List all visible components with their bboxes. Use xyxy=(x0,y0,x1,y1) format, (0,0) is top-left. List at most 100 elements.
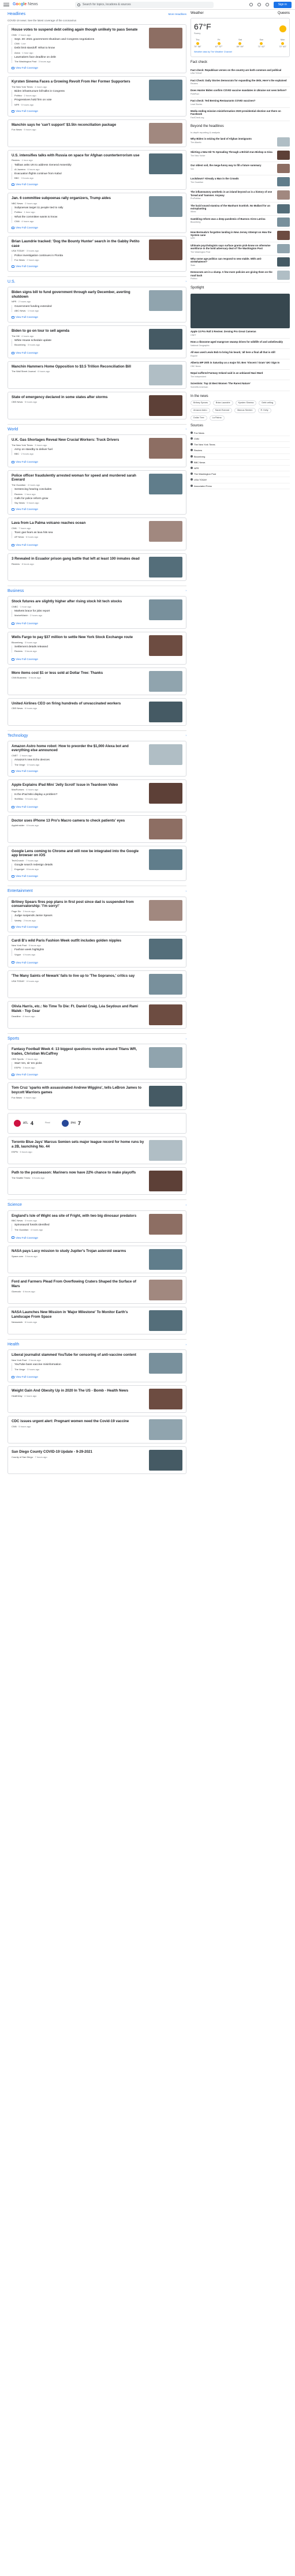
search-input[interactable]: Search for topics, locations & sources xyxy=(75,2,214,8)
story-card[interactable]: England's Isle of Wight sea site of Frig… xyxy=(8,1210,186,1243)
story-thumbnail[interactable] xyxy=(149,1047,182,1068)
apps-icon[interactable] xyxy=(265,3,269,7)
story-source[interactable]: Space.com xyxy=(12,1255,23,1258)
beyond-headlines-item[interactable]: Gambling reform was a deep pandemic of B… xyxy=(191,216,290,229)
story-source[interactable]: ESPN xyxy=(12,1150,18,1153)
story-headline[interactable]: Toronto Blue Jays' Marcus Semien sets ma… xyxy=(12,1140,145,1149)
item-headline[interactable]: The inflammatory aesthetic in an island … xyxy=(191,190,275,200)
more-link-icon[interactable]: › xyxy=(186,280,187,283)
story-thumbnail[interactable] xyxy=(149,974,182,995)
more-link-icon[interactable]: › xyxy=(186,1343,187,1347)
more-headlines-link[interactable]: More Headlines xyxy=(168,13,186,16)
related-story[interactable]: White House schedule update Bloomberg · 3… xyxy=(12,339,145,347)
story-thumbnail[interactable] xyxy=(149,364,182,385)
related-headline[interactable]: Army on standby to deliver fuel xyxy=(14,448,145,452)
item-headline[interactable]: Lockdown? Already a Man in the Crowds The… xyxy=(191,177,275,186)
weather-location[interactable]: Queens xyxy=(278,12,290,16)
story-thumbnail[interactable] xyxy=(149,899,182,921)
item-thumbnail[interactable] xyxy=(277,230,290,240)
story-thumbnail[interactable] xyxy=(149,1004,182,1026)
topic-chip[interactable]: Amazon Astro xyxy=(191,408,210,414)
story-thumbnail[interactable] xyxy=(149,1171,182,1192)
story-card[interactable]: Fantasy Football Week 4: 13 biggest ques… xyxy=(8,1044,186,1080)
full-coverage-link[interactable]: View Full Coverage xyxy=(12,460,182,464)
section-title[interactable]: World xyxy=(8,427,18,432)
related-headline[interactable]: Spinosaurid fossils identified xyxy=(14,1224,145,1227)
fact-check-item[interactable]: Media ending mission misinformation 2020… xyxy=(191,108,290,122)
beyond-headlines-item[interactable]: Skirting a New Hit To Spreading Through … xyxy=(191,149,290,163)
related-story[interactable]: Government funding extended ABC News · 1 … xyxy=(12,305,145,313)
full-coverage-link[interactable]: View Full Coverage xyxy=(12,351,182,355)
story-source[interactable]: CBS News xyxy=(12,400,23,403)
related-story[interactable]: Sept. 30: 2021 government shutdown and C… xyxy=(12,38,145,46)
source-item[interactable]: Bloomberg xyxy=(191,454,290,460)
story-headline[interactable]: Brian Laundrie tracked: 'Dog the Bounty … xyxy=(12,239,145,249)
beyond-headlines-item[interactable]: Why Biden is seizing the land of Afghan … xyxy=(191,136,290,149)
story-source[interactable]: CNN xyxy=(12,527,17,530)
story-card[interactable]: Jan. 6 committee subpoenas rally organiz… xyxy=(8,193,186,233)
story-headline[interactable]: Kyrsten Sinema Faces a Growing Revolt Fr… xyxy=(12,80,145,84)
story-headline[interactable]: NASA Launches New Mission in 'Major Mile… xyxy=(12,1310,145,1319)
story-thumbnail[interactable] xyxy=(149,122,182,144)
related-story[interactable]: Spinosaurid fossils identified The Guardi… xyxy=(12,1224,145,1231)
related-headline[interactable]: White House schedule update xyxy=(14,339,145,343)
story-headline[interactable]: England's Isle of Wight sea site of Frig… xyxy=(12,1214,145,1218)
story-source[interactable]: MacRumors xyxy=(12,788,24,791)
item-headline[interactable]: Skirting a New Hit To Spreading Through … xyxy=(191,151,275,160)
item-headline[interactable]: Our oldest soil, the mega-funny way to f… xyxy=(191,164,275,173)
topic-chip[interactable]: Kyrsten Sinema xyxy=(235,400,257,406)
story-headline[interactable]: More items cost $1 or less sold at Dolla… xyxy=(12,671,145,676)
full-coverage-link[interactable]: View Full Coverage xyxy=(12,183,182,186)
story-card[interactable]: Weight Gain And Obesity Up in 2020 In Th… xyxy=(8,1385,186,1413)
story-card[interactable]: Police officer fraudulently arrested wom… xyxy=(8,470,186,515)
story-thumbnail[interactable] xyxy=(149,1280,182,1301)
source-item[interactable]: The Washington Post xyxy=(191,471,290,478)
story-headline[interactable]: Olivia Harris, etc.: No Time To Die: Ft.… xyxy=(12,1004,145,1014)
story-headline[interactable]: Lava from La Palma volcano reaches ocean xyxy=(12,521,145,526)
story-card[interactable]: 'The Many Saints of Newark' fails to liv… xyxy=(8,970,186,999)
story-card[interactable]: U.S. intensifies talks with Russia on sp… xyxy=(8,149,186,190)
spotlight-title[interactable]: Spotlight xyxy=(191,286,290,291)
story-card[interactable]: Lava from La Palma volcano reaches ocean… xyxy=(8,518,186,550)
story-card[interactable]: NASA pays Lucy mission to study Jupiter'… xyxy=(8,1246,186,1274)
story-source[interactable]: USA TODAY xyxy=(12,249,24,252)
story-headline[interactable]: Google Lens coming to Chrome and will no… xyxy=(12,849,145,858)
section-title[interactable]: Health xyxy=(8,1342,19,1347)
story-source[interactable]: Gizmodo xyxy=(12,1290,21,1293)
full-coverage-link[interactable]: View Full Coverage xyxy=(12,658,182,661)
story-source[interactable]: New York Post xyxy=(12,944,27,947)
story-thumbnail[interactable] xyxy=(149,1213,182,1235)
source-item[interactable]: Associated Press xyxy=(191,483,290,489)
story-thumbnail[interactable] xyxy=(149,701,182,722)
story-headline[interactable]: NASA pays Lucy mission to study Jupiter'… xyxy=(12,1249,145,1254)
story-headline[interactable]: Biden signs bill to fund government thro… xyxy=(12,290,145,299)
story-source[interactable]: New York Post xyxy=(12,1359,27,1362)
story-headline[interactable]: Doctor uses iPhone 13 Pro's Macro camera… xyxy=(12,819,145,823)
story-headline[interactable]: Tom Cruz 'sparks with assassinated Andre… xyxy=(12,1086,145,1095)
story-thumbnail[interactable] xyxy=(149,670,182,692)
item-headline[interactable]: Ultimate psychologists says surface gran… xyxy=(191,244,275,253)
beyond-headlines-item[interactable]: The lucid sound stamina of the Manhunt S… xyxy=(191,203,290,216)
item-headline[interactable]: How Bermuda's forgotten landing in New J… xyxy=(191,231,275,240)
spotlight-headline[interactable]: Scientists: Top 10 Best Women 'The Rares… xyxy=(191,382,290,385)
story-thumbnail[interactable] xyxy=(149,521,182,542)
related-story[interactable]: Settlement details released Reuters · 3 h… xyxy=(12,645,145,653)
story-source[interactable]: The Hill xyxy=(12,335,20,338)
story-source[interactable]: Page Six xyxy=(12,910,21,913)
story-headline[interactable]: Apple Explains iPad Mini 'Jelly Scroll' … xyxy=(12,783,145,788)
story-card[interactable]: More items cost $1 or less sold at Dolla… xyxy=(8,667,186,695)
story-source[interactable]: NPR xyxy=(12,300,16,303)
story-headline[interactable]: San Diego County COVID-19 Update - 9-29-… xyxy=(12,1450,145,1454)
spotlight-item[interactable]: All was used Lewis Bob to bring his bear… xyxy=(191,349,290,360)
full-coverage-link[interactable]: View Full Coverage xyxy=(12,925,182,929)
item-headline[interactable]: The lucid sound stamina of the Manhunt S… xyxy=(191,204,275,213)
related-headline[interactable]: Evacuation flights continue from Kabul xyxy=(14,173,145,176)
related-headline[interactable]: Taliban asks UN to address General Assem… xyxy=(14,164,145,167)
story-thumbnail[interactable] xyxy=(149,395,182,416)
story-thumbnail[interactable] xyxy=(149,437,182,459)
story-source[interactable]: CNN xyxy=(12,33,17,36)
story-headline[interactable]: Stock futures are slightly higher after … xyxy=(12,599,145,604)
source-item[interactable]: The New York Times xyxy=(191,442,290,448)
help-icon[interactable] xyxy=(249,3,253,7)
related-story[interactable]: Progressives hold firm on vote NPR · 5 ho… xyxy=(12,99,145,106)
